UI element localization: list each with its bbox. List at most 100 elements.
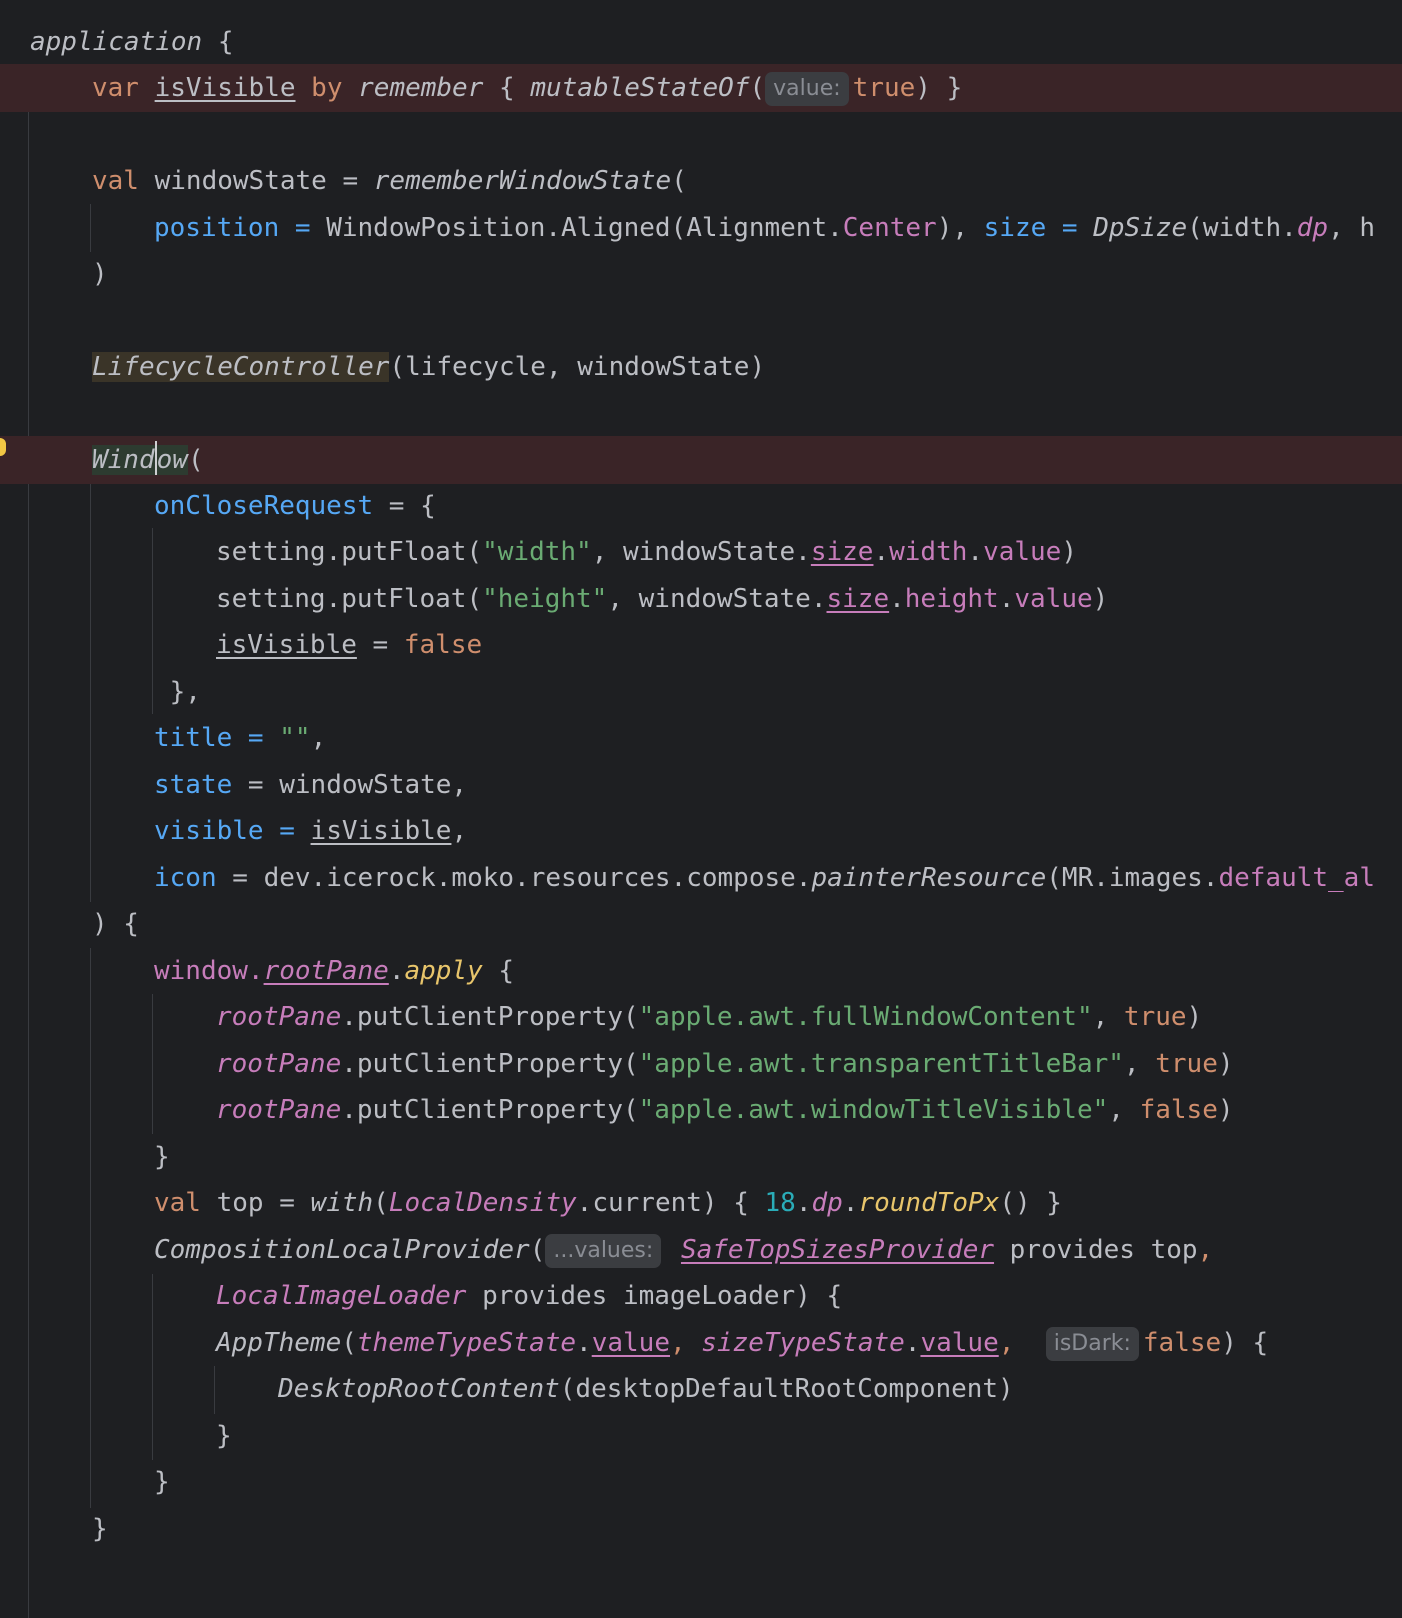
token: painterResource (811, 863, 1047, 893)
token: , windowState. (607, 584, 827, 614)
code-line-10[interactable]: Window( (0, 436, 1402, 484)
code-editor[interactable]: application { var isVisible by remember … (0, 0, 1402, 1618)
code-line-18[interactable]: visible = isVisible, (0, 807, 1402, 855)
code-line-29[interactable]: AppTheme(themeTypeState.value, sizeTypeS… (0, 1319, 1402, 1367)
token: .putClientProperty( (341, 1049, 639, 1079)
token: ) { (92, 909, 139, 939)
code-line-19[interactable]: icon = dev.icerock.moko.resources.compos… (0, 854, 1402, 902)
code-line-2[interactable]: var isVisible by remember { mutableState… (0, 64, 1402, 112)
token: "apple.awt.windowTitleVisible" (638, 1095, 1109, 1125)
token: apply (404, 956, 483, 986)
token: , (998, 1328, 1031, 1358)
code-line-32[interactable]: } (0, 1458, 1402, 1506)
token: remember (358, 73, 484, 103)
token: "width" (482, 537, 592, 567)
token: CompositionLocalProvider (154, 1235, 530, 1265)
code-line-31[interactable]: } (0, 1412, 1402, 1460)
token: themeTypeState (356, 1328, 577, 1358)
token: SafeTopSizesProvider (680, 1235, 995, 1265)
token: (lifecycle, windowState) (389, 352, 766, 382)
token: ) (1061, 537, 1077, 567)
token: size (826, 584, 890, 614)
token: true (1123, 1002, 1187, 1032)
code-line-30[interactable]: DesktopRootContent(desktopDefaultRootCom… (0, 1365, 1402, 1413)
token: "height" (482, 584, 608, 614)
token: ( (187, 445, 204, 475)
token: setting.putFloat( (216, 537, 483, 567)
code-line-33[interactable]: } (0, 1505, 1402, 1553)
token: ) (92, 259, 108, 289)
token: = (263, 816, 311, 846)
code-line-27[interactable]: CompositionLocalProvider(...values: Safe… (0, 1226, 1402, 1274)
token: = { (373, 491, 436, 521)
token: setting.putFloat( (216, 584, 483, 614)
code-line-25[interactable]: } (0, 1133, 1402, 1181)
token: ow (156, 445, 188, 475)
token: rememberWindowState (373, 166, 672, 196)
token: roundToPx (858, 1188, 1000, 1218)
code-line-1[interactable]: application { (0, 18, 1402, 66)
token: , (669, 1328, 702, 1358)
code-line-22[interactable]: rootPane.putClientProperty("apple.awt.fu… (0, 993, 1402, 1041)
code-line-23[interactable]: rootPane.putClientProperty("apple.awt.tr… (0, 1040, 1402, 1088)
token: Wind (92, 445, 155, 475)
token: 18 (764, 1188, 796, 1218)
token: { (202, 27, 234, 57)
token: size (983, 213, 1047, 243)
token: = dev.icerock.moko.resources.compose. (216, 863, 812, 893)
code-line-26[interactable]: val top = with(LocalDensity.current) { 1… (0, 1179, 1402, 1227)
token: provides imageLoader) { (466, 1281, 843, 1311)
code-line-5[interactable]: position = WindowPosition.Aligned(Alignm… (0, 204, 1402, 252)
code-line-16[interactable]: title = "", (0, 714, 1402, 762)
token: onCloseRequest (154, 491, 374, 521)
token: value (1014, 584, 1093, 614)
code-line-24[interactable]: rootPane.putClientProperty("apple.awt.wi… (0, 1086, 1402, 1134)
token: } (154, 1467, 170, 1497)
code-line-12[interactable]: setting.putFloat("width", windowState.si… (0, 528, 1402, 576)
token: title (154, 723, 233, 753)
token: false (1139, 1095, 1218, 1125)
token: false (403, 630, 483, 660)
token: DesktopRootContent (278, 1374, 560, 1404)
token: application (30, 27, 203, 57)
inlay-hint: value: (765, 72, 849, 106)
token: "apple.awt.fullWindowContent" (638, 1002, 1093, 1032)
token: ) (1092, 584, 1109, 614)
token: isVisible (310, 816, 452, 846)
code-line-8[interactable]: LifecycleController(lifecycle, windowSta… (0, 343, 1402, 391)
code-line-6[interactable]: ) (0, 250, 1402, 298)
code-line-28[interactable]: LocalImageLoader provides imageLoader) { (0, 1272, 1402, 1320)
token: . (873, 537, 890, 567)
token: size (810, 537, 874, 567)
code-line-20[interactable]: ) { (0, 900, 1402, 948)
token: . (842, 1188, 859, 1218)
token: var (92, 73, 139, 103)
code-line-13[interactable]: setting.putFloat("height", windowState.s… (0, 575, 1402, 623)
token: rootPane (216, 1002, 342, 1032)
code-line-15[interactable]: }, (0, 668, 1402, 716)
token: .putClientProperty( (341, 1002, 639, 1032)
code-line-11[interactable]: onCloseRequest = { (0, 482, 1402, 530)
token: ) } (915, 73, 963, 103)
token: WindowPosition.Aligned(Alignment. (326, 213, 843, 243)
code-line-21[interactable]: window.rootPane.apply { (0, 947, 1402, 995)
code-line-17[interactable]: state = windowState, (0, 761, 1402, 809)
token: rootPane (216, 1095, 342, 1125)
token: ), (936, 213, 984, 243)
token: top = (200, 1188, 311, 1218)
token: . (904, 1328, 921, 1358)
token: windowState = (138, 166, 374, 196)
code-line-4[interactable]: val windowState = rememberWindowState( (0, 157, 1402, 205)
token: ) (1217, 1049, 1234, 1079)
token: , (1108, 1095, 1140, 1125)
token: value (920, 1328, 999, 1358)
token: { (482, 956, 515, 986)
token: val (92, 166, 139, 196)
code-line-14[interactable]: isVisible = false (0, 621, 1402, 669)
token: (MR.images. (1046, 863, 1219, 893)
token: = (279, 213, 327, 243)
token: . (998, 584, 1015, 614)
token: rootPane (263, 956, 389, 986)
